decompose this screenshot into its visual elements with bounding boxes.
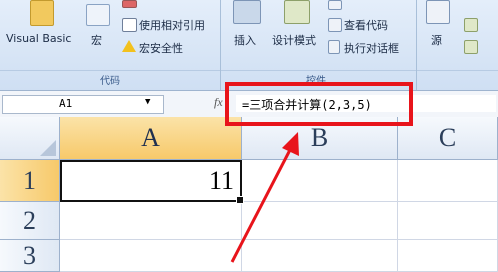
cell-c3[interactable] — [398, 240, 498, 272]
macros-button[interactable]: 宏 — [91, 32, 102, 48]
relative-reference-button[interactable]: 使用相对引用 — [139, 17, 205, 33]
cell-b2[interactable] — [242, 202, 398, 240]
run-dialog-button[interactable]: 执行对话框 — [344, 40, 399, 56]
macro-security-button[interactable]: 宏安全性 — [139, 40, 183, 56]
view-code-icon[interactable] — [328, 18, 342, 32]
code-group-label: 代码 — [100, 76, 120, 87]
cell-a3[interactable] — [60, 240, 242, 272]
ribbon-group-divider — [0, 70, 498, 71]
name-box[interactable]: A1 ▼ — [2, 95, 164, 114]
design-mode-icon[interactable] — [284, 0, 310, 24]
column-header-c[interactable]: C — [398, 117, 498, 160]
design-mode-button[interactable]: 设计模式 — [272, 32, 316, 48]
source-button[interactable]: 源 — [431, 32, 442, 48]
cell-a1-value: 11 — [208, 166, 234, 195]
warning-icon[interactable] — [122, 40, 136, 52]
map-properties-icon[interactable] — [464, 18, 478, 32]
name-box-value: A1 — [59, 97, 73, 110]
cell-b1[interactable] — [242, 160, 398, 202]
cell-b3[interactable] — [242, 240, 398, 272]
formula-highlight-box — [225, 82, 413, 126]
cell-c1[interactable] — [398, 160, 498, 202]
column-header-a[interactable]: A — [60, 117, 242, 160]
ribbon-separator — [220, 0, 221, 90]
visual-basic-icon[interactable] — [30, 0, 54, 26]
source-icon[interactable] — [426, 0, 450, 24]
relative-reference-icon[interactable] — [122, 18, 137, 32]
run-dialog-icon[interactable] — [328, 40, 340, 54]
cell-a1[interactable]: 11 — [60, 160, 244, 204]
row-header-3[interactable]: 3 — [0, 240, 60, 272]
insert-button[interactable]: 插入 — [234, 32, 256, 48]
ribbon: Visual Basic 宏 使用相对引用 宏安全性 代码 插入 设计模式 查看… — [0, 0, 498, 90]
chevron-down-icon[interactable]: ▼ — [145, 97, 150, 107]
record-macro-icon[interactable] — [122, 0, 137, 8]
row-header-2[interactable]: 2 — [0, 202, 60, 240]
row-header-1[interactable]: 1 — [0, 160, 60, 202]
expansion-pack-icon[interactable] — [464, 40, 478, 54]
macros-icon[interactable] — [86, 4, 110, 26]
insert-control-icon[interactable] — [233, 0, 261, 24]
properties-icon[interactable] — [328, 0, 342, 10]
select-all-triangle-icon — [40, 140, 56, 156]
ribbon-separator — [416, 0, 417, 90]
view-code-button[interactable]: 查看代码 — [344, 17, 388, 33]
cell-a2[interactable] — [60, 202, 242, 240]
fill-handle[interactable] — [236, 196, 244, 204]
visual-basic-button[interactable]: Visual Basic — [6, 32, 71, 45]
cell-c2[interactable] — [398, 202, 498, 240]
fx-icon[interactable]: fx — [214, 95, 223, 110]
